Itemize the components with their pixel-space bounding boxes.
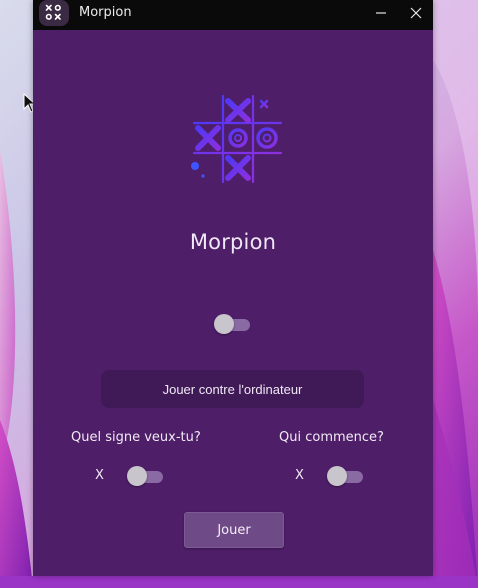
app-window: Morpion Morpion Jouer contre l'ordinateu… [33, 0, 433, 576]
switch-knob [214, 314, 234, 334]
window-title: Morpion [79, 5, 132, 20]
switch-knob [127, 466, 147, 486]
minimize-icon [376, 12, 386, 14]
first-player-question-label: Qui commence? [279, 430, 384, 445]
mode-toggle-switch[interactable] [214, 313, 252, 335]
minimize-button[interactable] [369, 3, 393, 23]
tic-tac-toe-icon [39, 0, 69, 26]
tic-tac-toe-logo [191, 94, 283, 184]
sign-toggle-switch[interactable] [127, 465, 165, 487]
sign-question-label: Quel signe veux-tu? [71, 430, 201, 445]
title-bar[interactable]: Morpion [33, 0, 433, 30]
close-button[interactable] [404, 3, 428, 23]
first-player-toggle-switch[interactable] [327, 465, 365, 487]
switch-knob [327, 466, 347, 486]
play-button[interactable]: Jouer [184, 512, 284, 548]
play-vs-computer-button[interactable]: Jouer contre l'ordinateur [101, 370, 364, 408]
sign-value-label: X [95, 468, 104, 483]
close-icon [410, 7, 422, 19]
app-title: Morpion [189, 230, 277, 254]
first-player-value-label: X [295, 468, 304, 483]
